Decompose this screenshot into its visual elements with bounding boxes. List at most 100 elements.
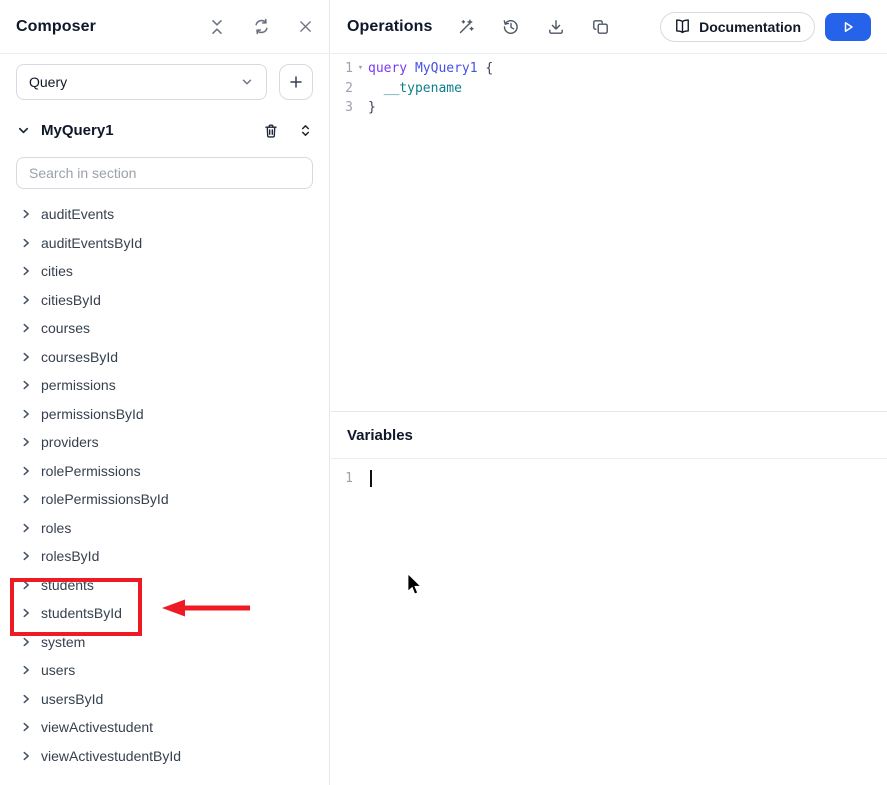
field-label: providers	[41, 434, 99, 450]
list-item[interactable]: viewActivestudentById	[16, 742, 313, 771]
book-open-icon	[674, 18, 691, 35]
chevron-right-icon	[20, 493, 32, 505]
field-label: auditEventsById	[41, 235, 142, 251]
field-label: citiesById	[41, 292, 101, 308]
field-label: auditEvents	[41, 206, 114, 222]
field-label: viewActivestudentById	[41, 748, 181, 764]
field-label: rolePermissions	[41, 463, 141, 479]
list-item[interactable]: auditEventsById	[16, 229, 313, 258]
chevron-right-icon	[20, 750, 32, 762]
list-item[interactable]: users	[16, 656, 313, 685]
chevrons-up-down-icon	[298, 123, 313, 138]
chevron-right-icon	[20, 607, 32, 619]
variables-editor[interactable]: 1	[331, 459, 887, 489]
chevron-right-icon	[20, 436, 32, 448]
chevron-right-icon	[20, 579, 32, 591]
field-label: permissionsById	[41, 406, 144, 422]
history-button[interactable]	[502, 18, 520, 36]
field-label: viewActivestudent	[41, 719, 153, 735]
query-editor[interactable]: 1 ▾ query MyQuery1 { 2 __typename 3 }	[331, 54, 887, 411]
documentation-label: Documentation	[699, 19, 801, 35]
list-item[interactable]: auditEvents	[16, 200, 313, 229]
chevron-right-icon	[20, 664, 32, 676]
field-label: coursesById	[41, 349, 118, 365]
chevron-right-icon	[20, 636, 32, 648]
trash-icon	[263, 123, 279, 139]
search-input[interactable]	[16, 157, 313, 189]
chevron-right-icon	[20, 465, 32, 477]
chevron-right-icon	[20, 408, 32, 420]
line-number: 2	[331, 79, 353, 99]
fold-caret-icon[interactable]	[353, 79, 368, 99]
variables-title: Variables	[331, 412, 887, 459]
list-item[interactable]: rolePermissions	[16, 457, 313, 486]
chevron-right-icon	[20, 294, 32, 306]
list-item[interactable]: rolesById	[16, 542, 313, 571]
documentation-button[interactable]: Documentation	[660, 12, 815, 42]
list-item[interactable]: roles	[16, 514, 313, 543]
code-text: __typename	[368, 79, 462, 99]
chevron-down-icon[interactable]	[16, 123, 31, 138]
list-item[interactable]: viewActivestudent	[16, 713, 313, 742]
field-label: users	[41, 662, 75, 678]
composer-panel: Composer	[0, 0, 330, 785]
operation-name: MyQuery1	[41, 122, 114, 139]
field-label: studentsById	[41, 605, 122, 621]
list-item[interactable]: permissionsById	[16, 400, 313, 429]
field-label: system	[41, 634, 85, 650]
list-item[interactable]: students	[16, 571, 313, 600]
composer-title: Composer	[16, 18, 96, 36]
plus-icon	[288, 74, 304, 90]
prettify-button[interactable]	[457, 18, 475, 36]
chevron-right-icon	[20, 237, 32, 249]
collapse-all-button[interactable]	[209, 19, 225, 35]
chevron-right-icon	[20, 693, 32, 705]
copy-button[interactable]	[592, 18, 610, 36]
chevron-right-icon	[20, 721, 32, 733]
list-item[interactable]: permissions	[16, 371, 313, 400]
expand-collapse-operation-button[interactable]	[298, 123, 313, 138]
field-label: courses	[41, 320, 90, 336]
add-operation-button[interactable]	[279, 64, 313, 100]
chevron-right-icon	[20, 379, 32, 391]
operation-type-value: Query	[29, 74, 67, 90]
list-item[interactable]: providers	[16, 428, 313, 457]
fold-caret-icon[interactable]: ▾	[353, 59, 368, 79]
code-line: 3 }	[331, 98, 887, 118]
text-caret	[370, 470, 372, 487]
code-text: }	[368, 98, 376, 118]
operations-header: Operations	[331, 0, 887, 54]
fold-caret-icon[interactable]	[353, 98, 368, 118]
chevron-right-icon	[20, 322, 32, 334]
copy-icon	[592, 18, 610, 36]
list-item[interactable]: coursesById	[16, 343, 313, 372]
chevron-right-icon	[20, 522, 32, 534]
refresh-button[interactable]	[253, 18, 270, 35]
list-item[interactable]: usersById	[16, 685, 313, 714]
list-item[interactable]: system	[16, 628, 313, 657]
list-item[interactable]: rolePermissionsById	[16, 485, 313, 514]
delete-operation-button[interactable]	[263, 123, 279, 139]
code-text: query MyQuery1 {	[368, 59, 493, 79]
magic-wand-icon	[457, 18, 475, 36]
download-button[interactable]	[547, 18, 565, 36]
line-number: 1	[331, 469, 353, 489]
operation-type-select[interactable]: Query	[16, 64, 267, 100]
operations-title: Operations	[347, 18, 432, 36]
play-icon	[841, 20, 855, 34]
code-line: 1 ▾ query MyQuery1 {	[331, 59, 887, 79]
field-label: students	[41, 577, 94, 593]
close-composer-button[interactable]	[298, 19, 313, 34]
run-query-button[interactable]	[825, 13, 871, 41]
list-item[interactable]: studentsById	[16, 599, 313, 628]
field-label: rolePermissionsById	[41, 491, 169, 507]
line-number: 3	[331, 98, 353, 118]
composer-header: Composer	[0, 0, 329, 54]
collapse-vertical-icon	[209, 19, 225, 35]
list-item[interactable]: cities	[16, 257, 313, 286]
chevron-right-icon	[20, 550, 32, 562]
chevron-right-icon	[20, 265, 32, 277]
list-item[interactable]: citiesById	[16, 286, 313, 315]
download-icon	[547, 18, 565, 36]
list-item[interactable]: courses	[16, 314, 313, 343]
